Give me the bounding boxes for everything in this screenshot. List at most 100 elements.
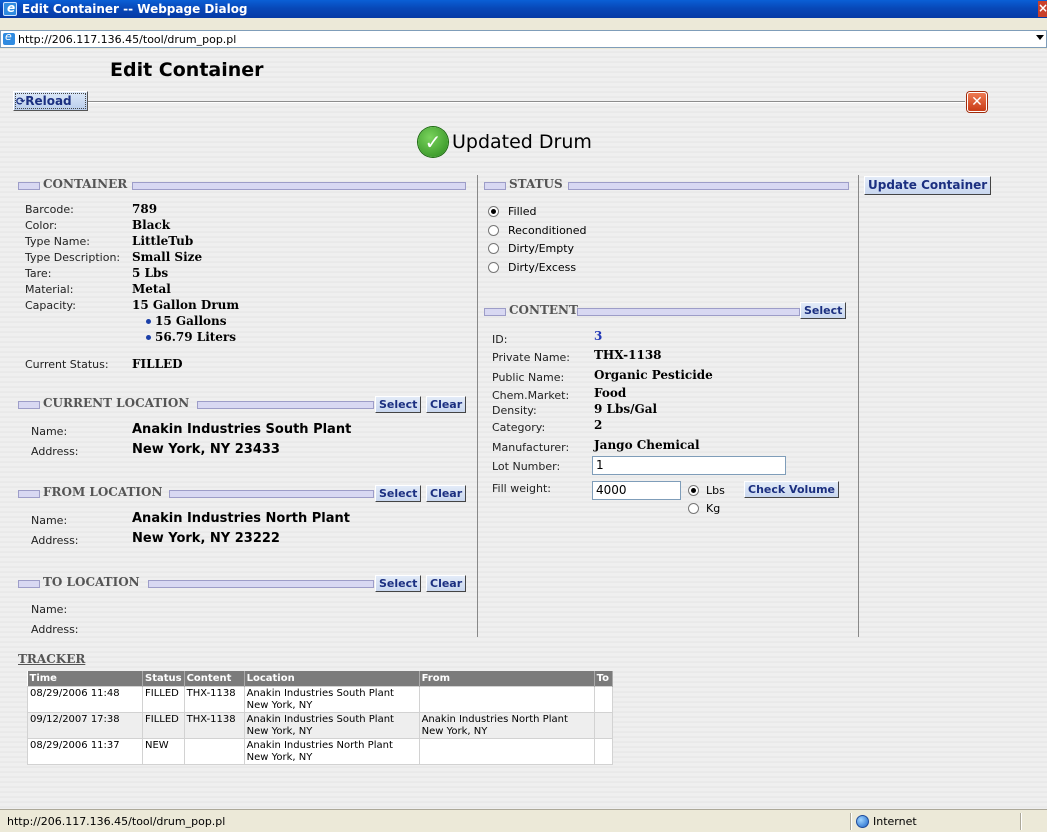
- window-close-icon[interactable]: ×: [1038, 1, 1047, 17]
- cell-from: [418, 685, 595, 713]
- heading-bar: [577, 308, 800, 316]
- type-name-value: LittleTub: [132, 234, 194, 248]
- unit-kg-option[interactable]: Kg: [688, 502, 720, 515]
- cell-status: NEW: [142, 737, 185, 765]
- from-location-select-button[interactable]: Select: [375, 485, 422, 502]
- heading-bar: [18, 490, 40, 498]
- table-row: 08/29/2006 11:48 FILLED THX-1138 Anakin …: [27, 685, 613, 713]
- capacity-gallons-text: 15 Gallons: [155, 314, 227, 328]
- column-header-time: Time: [27, 671, 143, 686]
- current-location-heading-label: CURRENT LOCATION: [43, 396, 190, 410]
- lot-number-input[interactable]: 1: [592, 456, 786, 475]
- column-divider: [858, 175, 859, 637]
- current-location-name: Anakin Industries South Plant: [132, 422, 352, 437]
- cell-from-city: New York, NY: [421, 725, 488, 737]
- cell-from: [418, 737, 595, 765]
- fill-weight-input[interactable]: 4000: [592, 481, 681, 500]
- status-divider: [1020, 813, 1022, 830]
- column-header-status: Status: [142, 671, 185, 686]
- current-status-value: FILLED: [132, 357, 183, 371]
- status-message-text: Updated Drum: [452, 131, 592, 153]
- capacity-value: 15 Gallon Drum: [132, 298, 240, 312]
- reload-button[interactable]: ⟳Reload: [13, 91, 88, 111]
- capacity-liters-text: 56.79 Liters: [155, 330, 237, 344]
- radio-kg[interactable]: [688, 503, 699, 514]
- status-message: ✓ Updated Drum: [418, 127, 592, 157]
- radio-filled[interactable]: [488, 206, 499, 217]
- cell-status: FILLED: [142, 711, 185, 739]
- current-location-clear-button[interactable]: Clear: [426, 396, 467, 413]
- heading-bar: [18, 182, 40, 190]
- chevron-down-icon[interactable]: [1036, 35, 1044, 40]
- unit-lbs-option[interactable]: Lbs: [688, 484, 725, 497]
- category-label: Category:: [492, 421, 546, 434]
- heading-bar: [148, 580, 374, 588]
- status-option-label: Filled: [508, 205, 537, 218]
- cell-time: 09/12/2007 17:38: [27, 711, 143, 739]
- radio-dirty-empty[interactable]: [488, 243, 499, 254]
- to-location-clear-button[interactable]: Clear: [426, 575, 467, 592]
- type-description-value: Small Size: [132, 250, 203, 264]
- density-label: Density:: [492, 404, 537, 417]
- radio-lbs[interactable]: [688, 485, 699, 496]
- column-divider: [477, 175, 478, 637]
- unit-kg-label: Kg: [706, 502, 721, 515]
- heading-bar: [568, 182, 849, 190]
- divider: [88, 101, 965, 103]
- address-text: http://206.117.136.45/tool/drum_pop.pl: [18, 33, 237, 46]
- column-header-content: Content: [184, 671, 245, 686]
- content-id-label: ID:: [492, 333, 508, 346]
- material-label: Material:: [25, 283, 74, 296]
- cell-location-name: Anakin Industries South Plant: [246, 713, 394, 725]
- heading-bar: [169, 490, 374, 498]
- radio-dirty-excess[interactable]: [488, 262, 499, 273]
- unit-lbs-label: Lbs: [706, 484, 725, 497]
- column-header-location: Location: [244, 671, 420, 686]
- to-location-heading: TO LOCATION: [18, 575, 374, 590]
- cell-time: 08/29/2006 11:48: [27, 685, 143, 713]
- tracker-table: Time Status Content Location From To 08/…: [27, 671, 613, 765]
- radio-reconditioned[interactable]: [488, 225, 499, 236]
- dialog-content: Edit Container ⟳Reload ✕ ✓ Updated Drum …: [0, 49, 1047, 809]
- status-option-label: Dirty/Excess: [508, 261, 577, 274]
- private-name-label: Private Name:: [492, 351, 571, 364]
- current-location-heading: CURRENT LOCATION: [18, 396, 374, 411]
- content-heading-label: CONTENT: [509, 303, 578, 317]
- heading-bar: [18, 401, 40, 409]
- current-location-select-button[interactable]: Select: [375, 396, 422, 413]
- from-location-address: New York, NY 23222: [132, 531, 280, 546]
- tracker-title[interactable]: TRACKER: [18, 652, 85, 666]
- chem-market-value: Food: [594, 386, 627, 400]
- from-location-name: Anakin Industries North Plant: [132, 511, 350, 526]
- cell-from-name: Anakin Industries North Plant: [421, 713, 568, 725]
- to-location-select-button[interactable]: Select: [375, 575, 422, 592]
- color-value: Black: [132, 218, 171, 232]
- status-divider: [850, 813, 852, 830]
- type-description-label: Type Description:: [25, 251, 121, 264]
- content-heading: CONTENT: [484, 303, 800, 318]
- content-select-button[interactable]: Select: [800, 302, 847, 319]
- column-header-from: From: [419, 671, 595, 686]
- page-title: Edit Container: [110, 59, 264, 81]
- heading-bar: [484, 182, 506, 190]
- status-option-dirty-empty[interactable]: Dirty/Empty: [488, 242, 574, 255]
- status-option-dirty-excess[interactable]: Dirty/Excess: [488, 261, 576, 274]
- check-volume-button[interactable]: Check Volume: [744, 481, 840, 498]
- status-option-filled[interactable]: Filled: [488, 205, 536, 218]
- cell-time: 08/29/2006 11:37: [27, 737, 143, 765]
- heading-bar: [197, 401, 374, 409]
- public-name-label: Public Name:: [492, 371, 565, 384]
- to-location-name-label: Name:: [31, 603, 68, 616]
- status-option-reconditioned[interactable]: Reconditioned: [488, 224, 587, 237]
- page-icon: [3, 30, 15, 45]
- tracker-header-row: Time Status Content Location From To: [27, 671, 613, 686]
- window-title: Edit Container -- Webpage Dialog: [22, 2, 248, 16]
- content-id-link[interactable]: 3: [594, 329, 602, 343]
- address-bar[interactable]: http://206.117.136.45/tool/drum_pop.pl: [0, 30, 1047, 48]
- update-container-button[interactable]: Update Container: [864, 176, 992, 195]
- status-url: http://206.117.136.45/tool/drum_pop.pl: [7, 815, 226, 828]
- close-icon[interactable]: ✕: [967, 92, 987, 112]
- cell-content: THX-1138: [183, 685, 245, 713]
- from-location-clear-button[interactable]: Clear: [426, 485, 467, 502]
- private-name-value: THX-1138: [594, 348, 662, 362]
